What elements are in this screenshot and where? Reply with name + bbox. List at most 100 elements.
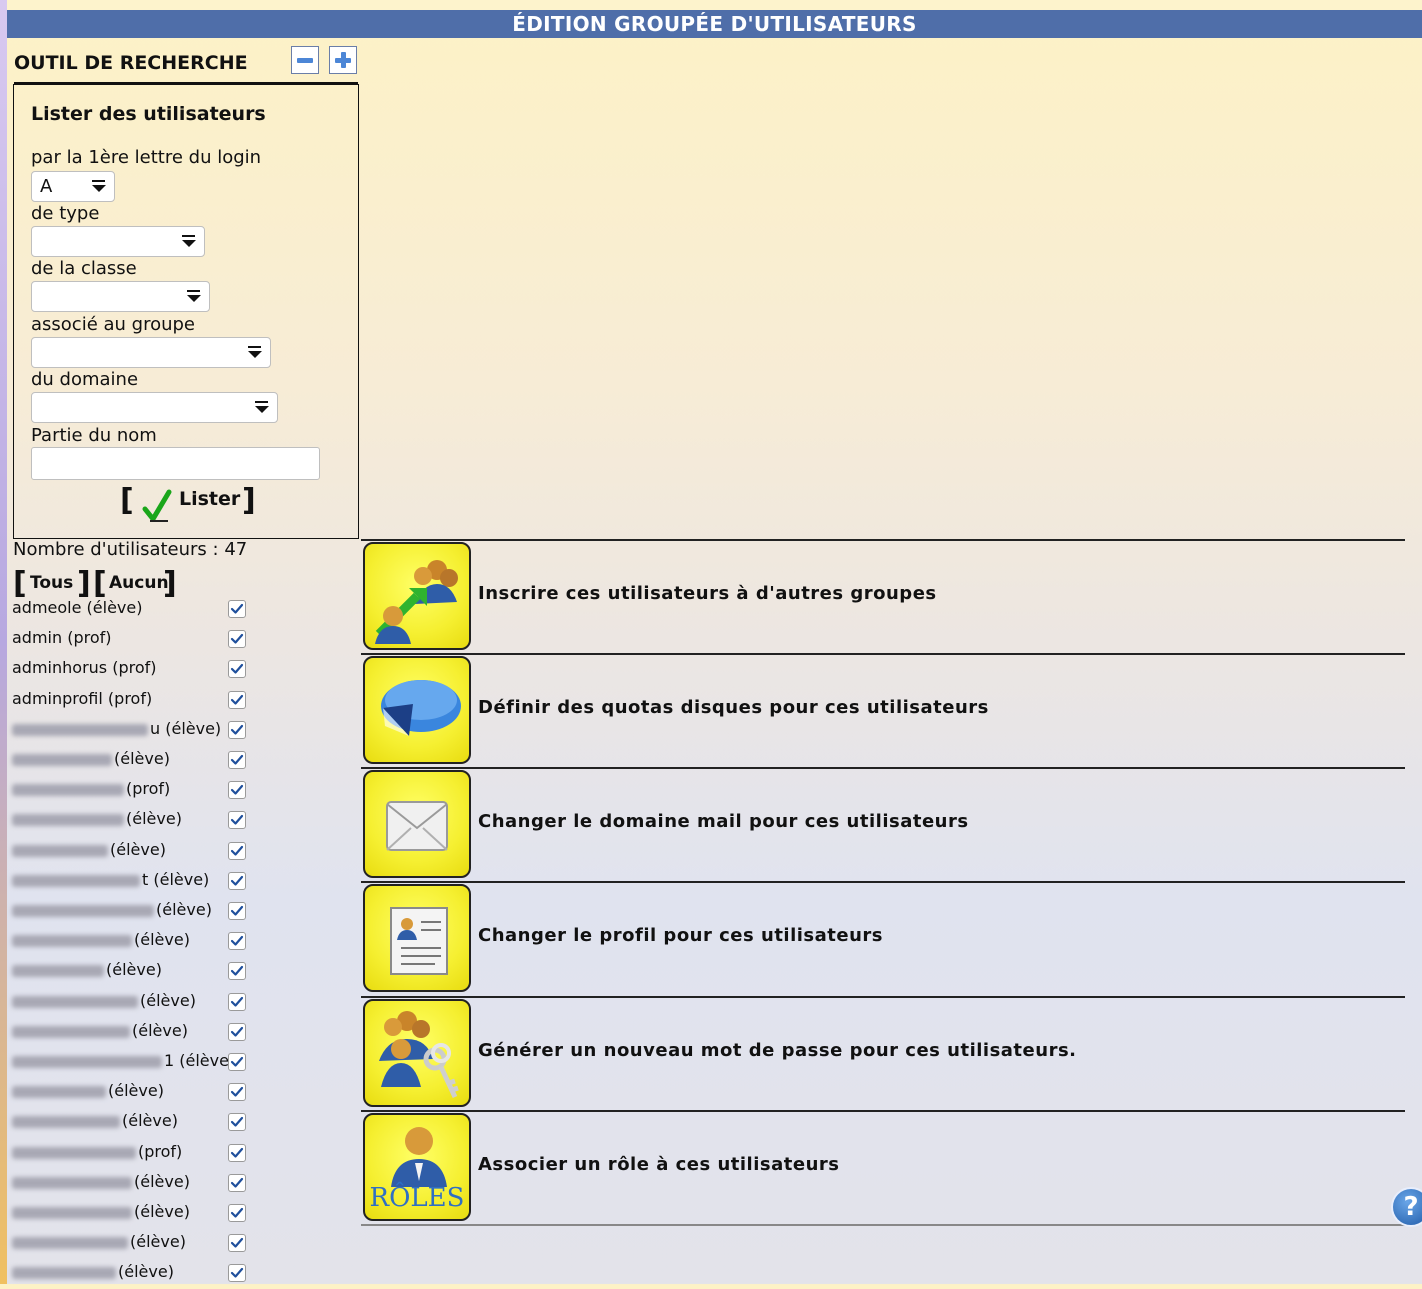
checkmark-icon (230, 815, 244, 825)
user-checkbox[interactable] (228, 962, 246, 981)
user-name: adminhorus (prof) (12, 658, 157, 678)
action-label[interactable]: Associer un rôle à ces utilisateurs (478, 1154, 839, 1175)
first-letter-value: A (40, 176, 53, 197)
user-row: (élève) (12, 837, 252, 867)
search-panel: Lister des utilisateurs par la 1ère lett… (13, 84, 359, 539)
collapse-button[interactable] (291, 46, 319, 74)
user-name: (élève) (118, 1262, 174, 1282)
user-name: (élève) (140, 990, 196, 1010)
user-checkbox[interactable] (228, 1083, 246, 1102)
roles-icon-text: RÔLES (369, 1183, 465, 1213)
checkmark-icon (230, 875, 244, 886)
domain-label: du domaine (31, 369, 139, 390)
group-select[interactable] (31, 337, 271, 368)
redacted-name (12, 1025, 130, 1038)
action-separator (361, 653, 1405, 655)
type-select[interactable] (31, 226, 205, 257)
select-none-link[interactable]: Aucun (109, 573, 169, 593)
checkmark-icon (230, 724, 244, 735)
bracket-open: [ (120, 483, 134, 518)
action-separator (361, 767, 1405, 769)
action-separator (361, 1224, 1405, 1226)
help-icon[interactable]: ? (1391, 1187, 1422, 1227)
user-row: (élève) (12, 1078, 252, 1108)
user-name: (élève) (156, 900, 212, 919)
user-checkbox[interactable] (228, 1143, 246, 1162)
user-checkbox[interactable] (228, 600, 246, 618)
user-row: 1 (élève) (12, 1048, 252, 1078)
user-checkbox[interactable] (228, 690, 246, 709)
redacted-name (12, 1207, 132, 1219)
user-checkbox[interactable] (228, 1113, 246, 1132)
first-letter-select[interactable]: A (31, 171, 115, 202)
redacted-name (12, 784, 124, 797)
search-tool-title: OUTIL DE RECHERCHE (14, 52, 248, 74)
user-checkbox[interactable] (228, 1022, 246, 1041)
redacted-name (12, 723, 148, 736)
action-separator (361, 539, 1405, 541)
action-label[interactable]: Générer un nouveau mot de passe pour ces… (478, 1040, 1077, 1061)
redacted-name (12, 1237, 128, 1250)
expand-button[interactable] (329, 46, 357, 74)
user-name: (élève) (134, 930, 190, 950)
user-checkbox[interactable] (228, 1204, 246, 1222)
dropdown-arrow-icon (84, 172, 114, 201)
user-row: (élève) (12, 1229, 252, 1259)
user-row: admin (prof) (12, 625, 252, 655)
top-strip (7, 0, 1422, 10)
user-checkbox[interactable] (228, 932, 246, 951)
user-checkbox[interactable] (228, 992, 246, 1011)
user-row: (élève) (12, 897, 252, 927)
user-checkbox[interactable] (228, 751, 246, 769)
user-checkbox[interactable] (228, 902, 246, 920)
check-icon (142, 489, 172, 522)
user-name: (élève) (126, 809, 182, 829)
users-group-arrow-icon[interactable] (363, 542, 471, 650)
user-checkbox[interactable] (228, 811, 246, 830)
checkmark-icon (230, 694, 244, 705)
select-all-link[interactable]: Tous (30, 573, 73, 593)
user-count: Nombre d'utilisateurs : 47 (13, 539, 248, 560)
user-checkbox[interactable] (228, 871, 246, 890)
class-select[interactable] (31, 281, 210, 312)
action-label[interactable]: Inscrire ces utilisateurs à d'autres gro… (478, 583, 937, 604)
disk-quota-icon[interactable] (363, 656, 471, 764)
user-name: (prof) (126, 779, 171, 799)
name-part-input[interactable] (31, 447, 320, 480)
page-title: ÉDITION GROUPÉE D'UTILISATEURS (7, 10, 1422, 38)
user-checkbox[interactable] (228, 1053, 246, 1071)
user-name: (élève) (130, 1232, 186, 1252)
user-row: (élève) (12, 927, 252, 957)
roles-user-icon[interactable]: RÔLES (363, 1113, 471, 1221)
redacted-name (12, 754, 112, 766)
user-checkbox[interactable] (228, 1234, 246, 1253)
action-separator (361, 881, 1405, 883)
user-checkbox[interactable] (228, 781, 246, 800)
search-panel-heading: Lister des utilisateurs (31, 103, 266, 125)
user-checkbox[interactable] (228, 1173, 246, 1192)
user-checkbox[interactable] (228, 720, 246, 739)
mail-envelope-icon[interactable] (363, 770, 471, 878)
profile-document-icon[interactable] (363, 884, 471, 992)
user-name: (prof) (138, 1141, 183, 1161)
domain-select[interactable] (31, 392, 278, 423)
user-row: (élève) (12, 957, 252, 987)
user-checkbox[interactable] (228, 660, 246, 679)
user-name: (élève) (114, 749, 170, 768)
user-row: (élève) (12, 1169, 252, 1199)
user-checkbox[interactable] (228, 841, 246, 860)
user-row: (prof) (12, 776, 252, 806)
user-row: u (élève) (12, 716, 252, 746)
action-label[interactable]: Changer le profil pour ces utilisateurs (478, 925, 883, 946)
user-checkbox[interactable] (228, 1264, 246, 1283)
action-label[interactable]: Définir des quotas disques pour ces util… (478, 697, 989, 718)
user-name: t (élève) (142, 869, 210, 889)
user-checkbox[interactable] (228, 630, 246, 649)
action-label[interactable]: Changer le domaine mail pour ces utilisa… (478, 811, 969, 832)
lister-label: Lister (179, 488, 241, 510)
action-separator (361, 996, 1405, 998)
user-name: u (élève) (150, 718, 222, 738)
left-edge-decoration (0, 0, 7, 1284)
checkmark-icon (230, 966, 244, 976)
users-keys-icon[interactable] (363, 999, 471, 1107)
